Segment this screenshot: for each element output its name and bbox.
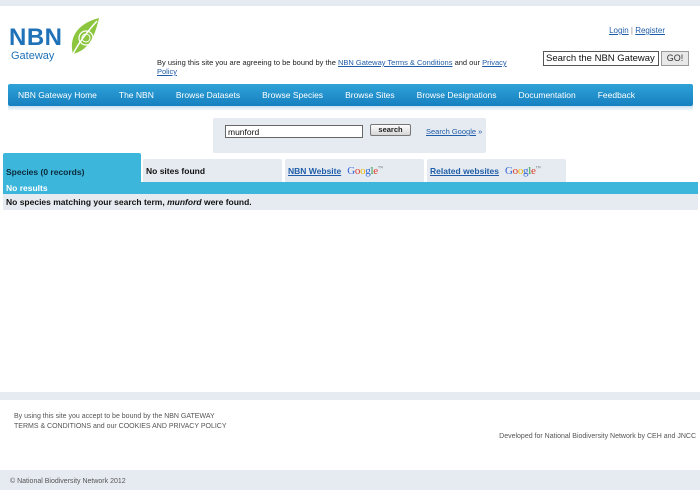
search-google: Search Google » xyxy=(426,127,482,136)
google-logo-icon: Google™ xyxy=(504,164,541,177)
google-logo-icon: Google™ xyxy=(347,164,383,177)
nav-item-sites[interactable]: Browse Sites xyxy=(345,90,395,100)
footer-terms: By using this site you accept to be boun… xyxy=(14,412,254,432)
results-header: No results xyxy=(3,182,698,194)
nav-item-species[interactable]: Browse Species xyxy=(262,90,323,100)
footer-line-1[interactable]: By using this site you accept to be boun… xyxy=(14,412,254,422)
main-nav: NBN Gateway Home The NBN Browse Datasets… xyxy=(8,84,693,106)
logo-subtext: Gateway xyxy=(11,50,55,62)
terms-mid: and our xyxy=(454,58,480,67)
nbn-website-link[interactable]: NBN Website xyxy=(288,166,341,176)
search-panel: munford search Search Google » xyxy=(213,118,486,153)
related-websites-link[interactable]: Related websites xyxy=(430,166,499,176)
nav-item-designations[interactable]: Browse Designations xyxy=(417,90,497,100)
page-container: NBN Gateway Login | Register By using th… xyxy=(0,6,700,392)
nav-item-home[interactable]: NBN Gateway Home xyxy=(18,90,97,100)
footer-developed: Developed for National Biodiversity Netw… xyxy=(499,433,696,440)
register-link[interactable]: Register xyxy=(635,26,665,35)
nbn-gateway-logo[interactable]: NBN Gateway xyxy=(9,16,104,68)
chevron-right-icon: » xyxy=(478,127,483,136)
tab-related-websites[interactable]: Related websites Google™ xyxy=(427,159,566,182)
search-input[interactable]: munford xyxy=(225,125,363,138)
link-separator: | xyxy=(630,26,633,35)
terms-prefix: By using this site you are agreeing to b… xyxy=(157,58,336,67)
footer: By using this site you accept to be boun… xyxy=(0,400,700,470)
login-link[interactable]: Login xyxy=(609,26,629,35)
nav-item-documentation[interactable]: Documentation xyxy=(519,90,576,100)
nav-item-datasets[interactable]: Browse Datasets xyxy=(176,90,240,100)
search-google-link[interactable]: Search Google xyxy=(426,127,476,136)
tab-species[interactable]: Species (0 records) xyxy=(3,153,141,182)
nav-item-feedback[interactable]: Feedback xyxy=(598,90,635,100)
message-term: munford xyxy=(167,197,202,207)
logo-text: NBN xyxy=(9,24,63,51)
no-results-message: No species matching your search term, mu… xyxy=(3,194,698,210)
tab-nbn-website[interactable]: NBN Website Google™ xyxy=(285,159,424,182)
message-suffix: were found. xyxy=(203,197,252,207)
go-button[interactable]: GO! xyxy=(661,51,689,66)
tab-sites[interactable]: No sites found xyxy=(143,159,282,182)
gateway-search-input[interactable]: Search the NBN Gateway xyxy=(543,51,659,66)
search-button[interactable]: search xyxy=(370,124,411,136)
footer-line-2[interactable]: TERMS & CONDITIONS and our COOKIES AND P… xyxy=(14,422,254,432)
nav-item-the-nbn[interactable]: The NBN xyxy=(119,90,154,100)
account-links: Login | Register xyxy=(609,26,665,35)
terms-link[interactable]: NBN Gateway Terms & Conditions xyxy=(338,58,453,67)
nav-shadow xyxy=(8,106,693,111)
copyright: © National Biodiversity Network 2012 xyxy=(10,478,126,485)
terms-notice: By using this site you are agreeing to b… xyxy=(157,58,507,76)
message-prefix: No species matching your search term, xyxy=(6,197,165,207)
leaf-icon xyxy=(71,18,99,55)
